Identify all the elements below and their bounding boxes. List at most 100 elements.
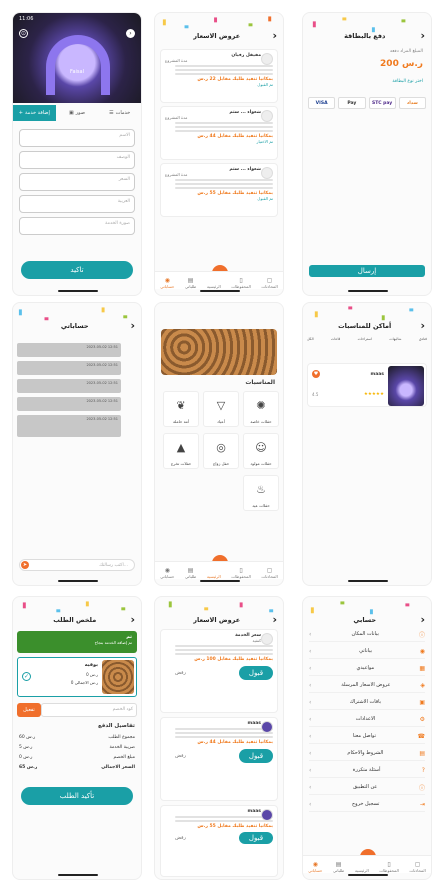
message-input[interactable]: اكتب رسالتك... <box>19 559 135 571</box>
avatar <box>261 53 273 65</box>
menu-place-data[interactable]: ‹ بيانات المكان ⓘ <box>309 627 425 642</box>
chevron-left-icon: ‹ <box>309 715 312 723</box>
back-icon[interactable]: › <box>272 614 277 625</box>
list-item[interactable]: 2023-05-02 12:51 <box>17 343 121 357</box>
menu-about[interactable]: ‹ عن التطبيق ⓘ <box>309 780 425 795</box>
tab-home[interactable]: الرئيسية <box>207 284 221 289</box>
service-image-field[interactable]: صورة الخدمة <box>19 217 135 235</box>
back-icon[interactable]: › <box>272 30 277 41</box>
bookmark-icon: ▯ <box>387 861 391 868</box>
category-halls[interactable]: قاعات <box>331 337 340 341</box>
balloon-arch <box>46 35 110 95</box>
back-icon[interactable]: › <box>126 29 135 38</box>
back-icon[interactable]: › <box>420 320 425 331</box>
back-icon[interactable]: › <box>420 614 425 625</box>
tab-chats[interactable]: ▢ المحادثات <box>261 277 277 289</box>
heart-icon[interactable]: ♥ <box>312 370 320 378</box>
menu-logout[interactable]: ‹ تسجيل خروج ⇥ <box>309 797 425 812</box>
accept-button[interactable]: قبول <box>239 666 273 680</box>
reject-button[interactable]: رفض <box>165 670 186 676</box>
sadad-option[interactable]: سداد <box>398 97 426 109</box>
confirm-order-button[interactable]: تأكيد الطلب <box>21 787 133 805</box>
tab-chats[interactable]: ▢ المحادثات <box>409 861 425 873</box>
category-rest-houses[interactable]: استراحات <box>358 337 372 341</box>
tab-photos[interactable]: ▣ صور <box>56 105 99 121</box>
tile-private-parties[interactable]: ✺ حفلات خاصة <box>243 391 279 427</box>
tab-accounts[interactable]: ◉ حساباتي <box>160 567 174 579</box>
tab-saved[interactable]: ▯ المحفوظات <box>379 861 398 873</box>
tile-maternity[interactable]: ❦ أمة حاملة <box>163 391 199 427</box>
tab-add-service[interactable]: + إضافة خدمة <box>13 105 56 121</box>
tile-graduation[interactable]: ▲ حفلات تخرج <box>163 433 199 469</box>
menu-settings[interactable]: ‹ الاعدادات ⚙ <box>309 712 425 727</box>
package-icon: ▣ <box>419 698 425 706</box>
category-field[interactable]: العربية <box>19 195 135 213</box>
offer-status[interactable]: تم القبول <box>165 82 273 87</box>
page-title: حساباتي <box>60 322 89 330</box>
tab-orders[interactable]: ▤ طلباتي <box>185 567 196 579</box>
tab-chats[interactable]: ▢ المحادثات <box>261 567 277 579</box>
header: أماكن للمناسبات › <box>309 319 425 333</box>
tab-orders[interactable]: ▤ طلباتي <box>333 861 344 873</box>
send-button[interactable]: إرسال <box>309 265 425 277</box>
tab-accounts[interactable]: ◉ حساباتي <box>308 861 322 873</box>
confirm-button[interactable]: تاكيد <box>21 261 133 279</box>
menu-subscriptions[interactable]: ‹ باقات الاشتراك ▣ <box>309 695 425 710</box>
visa-option[interactable]: VISA <box>308 97 336 109</box>
rings-icon: ◎ <box>216 441 226 454</box>
tag-icon: ◈ <box>420 681 425 689</box>
orders-icon: ▤ <box>187 277 194 284</box>
tile-birthday[interactable]: ♨ حفلات عيد <box>243 475 279 511</box>
category-chalets[interactable]: شاليهات <box>389 337 401 341</box>
offer-status[interactable]: تم القبول <box>165 196 273 201</box>
category-hotels[interactable]: فنادق <box>419 337 427 341</box>
tab-saved[interactable]: ▯ المحفوظات <box>231 277 250 289</box>
back-icon[interactable]: › <box>130 614 135 625</box>
list-item[interactable]: 2023-05-02 12:51 <box>17 397 121 411</box>
category-all[interactable]: الكل <box>307 337 314 341</box>
back-icon[interactable]: › <box>130 320 135 331</box>
menu-my-data[interactable]: ‹ بياناتي ◉ <box>309 644 425 659</box>
apple-pay-option[interactable]: Pay <box>338 97 366 109</box>
tab-orders[interactable]: ▤ طلباتي <box>185 277 196 289</box>
accept-button[interactable]: قبول <box>239 832 273 844</box>
description-field[interactable]: الوصف <box>19 151 135 169</box>
tab-home[interactable]: الرئيسية <box>355 868 369 873</box>
header: ملخص الطلب › <box>19 613 135 627</box>
menu-terms[interactable]: ‹ الشروط والاحكام ▤ <box>309 746 425 761</box>
tab-accounts[interactable]: ◉ حساباتي <box>160 277 174 289</box>
tile-holidays[interactable]: ▽ أعياد <box>203 391 239 427</box>
list-item[interactable]: 2023-05-02 12:51 <box>17 379 121 393</box>
accept-button[interactable]: قبول <box>239 749 273 763</box>
tile-newborn[interactable]: ☺ حفلات مولود <box>243 433 279 469</box>
camera-icon[interactable]: ⊙ <box>19 29 28 38</box>
back-icon[interactable]: › <box>420 30 425 41</box>
item-image <box>102 660 134 694</box>
reject-button[interactable]: رفض <box>165 753 186 759</box>
list-item[interactable]: 2023-05-02 12:51 <box>17 361 121 375</box>
tab-services[interactable]: ☰ خدمات <box>98 105 141 121</box>
venue-card[interactable]: maas ★★★★★ 4.5 ♥ <box>307 363 427 407</box>
list-item[interactable]: 2023-05-02 12:51 <box>17 415 121 437</box>
name-field[interactable]: الاسم <box>19 129 135 147</box>
menu-contact[interactable]: ‹ تواصل معنا ☎ <box>309 729 425 744</box>
stc-pay-option[interactable]: STC pay <box>368 97 396 109</box>
tab-saved[interactable]: ▯ المحفوظات <box>231 567 250 579</box>
tab-home[interactable]: الرئيسية <box>207 574 221 579</box>
offer-status[interactable]: تم الاختيار <box>165 139 273 144</box>
home-indicator <box>348 874 388 876</box>
price-field[interactable]: السعر <box>19 173 135 191</box>
amount-value: 200 ر.س <box>380 59 423 69</box>
amount-label: المبلغ المراد دفعه <box>389 49 423 54</box>
activate-button[interactable]: تفعيل <box>17 703 41 717</box>
offer-card: سعر الخدمة كنفية بمكانيا تنفيذ طلبك مقاب… <box>160 629 278 713</box>
menu-appointments[interactable]: ‹ مواعيدي ▦ <box>309 661 425 676</box>
menu-sent-offers[interactable]: ‹ عروض الاسعار المرسلة ◈ <box>309 678 425 693</box>
coupon-input[interactable]: كود الخصم <box>41 703 137 717</box>
menu-faq[interactable]: ‹ أسئلة متكررة? <box>309 763 425 778</box>
tile-wedding[interactable]: ◎ حفل زواج <box>203 433 239 469</box>
reject-button[interactable]: رفض <box>165 835 186 841</box>
offer-price: بمكانيا تنفيذ طلبك مقابل 44 ر.س <box>197 740 273 745</box>
send-icon[interactable]: ➤ <box>21 561 29 569</box>
check-icon[interactable]: ✓ <box>22 672 31 681</box>
